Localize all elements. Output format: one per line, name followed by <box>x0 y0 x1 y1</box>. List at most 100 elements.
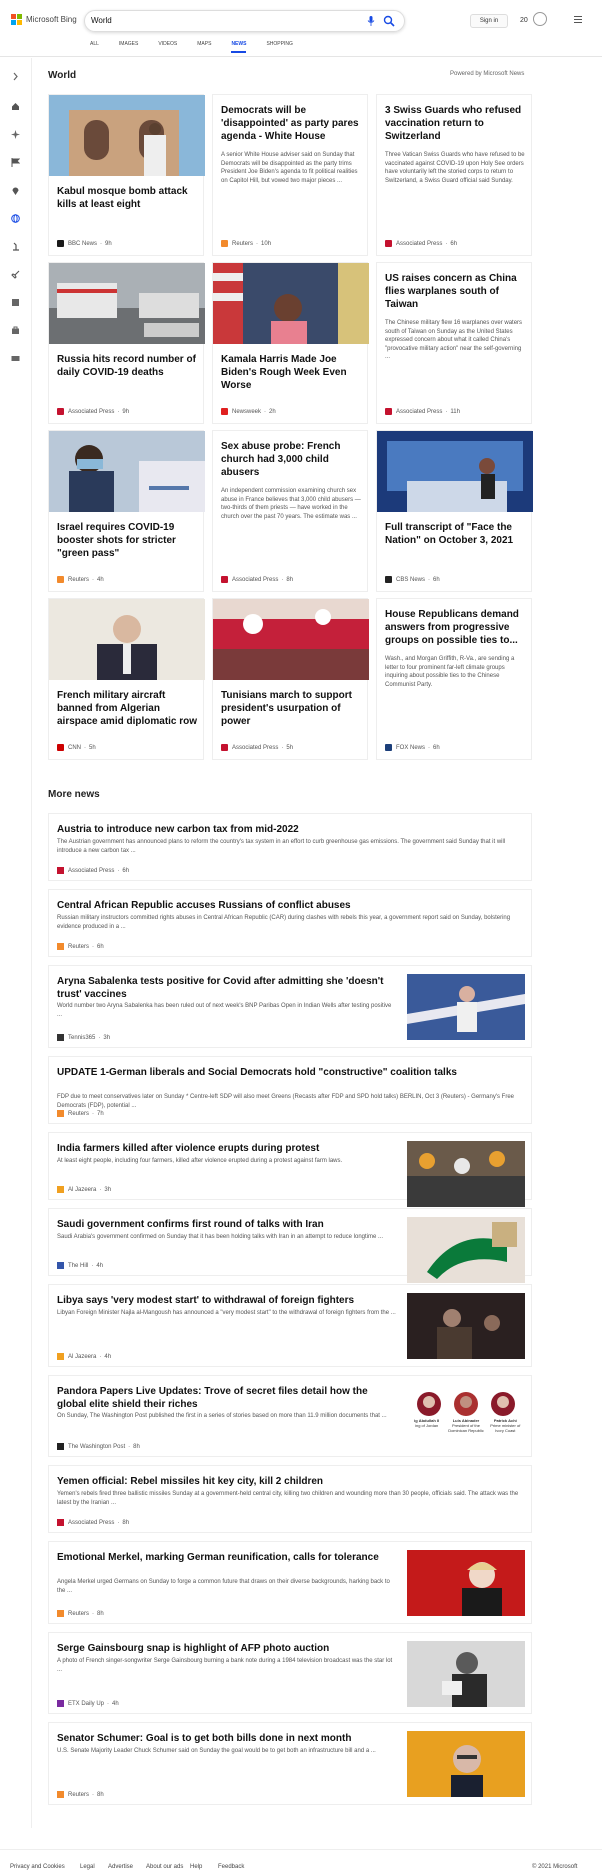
more-news-item[interactable]: Senator Schumer: Goal is to get both bil… <box>48 1722 532 1805</box>
news-card-title[interactable]: Tunisians march to support president's u… <box>221 689 363 728</box>
rocket-icon[interactable] <box>11 266 20 279</box>
footer-link[interactable]: Legal <box>80 1864 95 1870</box>
news-card[interactable]: 3 Swiss Guards who refused vaccination r… <box>376 94 532 256</box>
news-card-title[interactable]: 3 Swiss Guards who refused vaccination r… <box>385 104 527 143</box>
more-news-image[interactable] <box>407 1141 525 1207</box>
hamburger-menu-icon[interactable] <box>574 16 582 23</box>
footer-link[interactable]: About our ads <box>146 1864 183 1870</box>
tab-all[interactable]: ALL <box>90 41 99 53</box>
more-news-source[interactable]: Reuters · 6h <box>57 943 104 950</box>
news-card-source[interactable]: Associated Press · 8h <box>221 576 293 583</box>
more-news-source[interactable]: The Hill · 4h <box>57 1262 103 1269</box>
more-news-item[interactable]: Saudi government confirms first round of… <box>48 1208 532 1283</box>
more-news-image[interactable] <box>407 1293 525 1359</box>
news-card[interactable]: French military aircraft banned from Alg… <box>48 598 205 760</box>
more-news-source[interactable]: Al Jazeera · 3h <box>57 1186 111 1193</box>
more-news-item[interactable]: Serge Gainsbourg snap is highlight of AF… <box>48 1632 532 1714</box>
news-card-title[interactable]: French military aircraft banned from Alg… <box>57 689 199 728</box>
more-news-item[interactable]: India farmers killed after violence erup… <box>48 1132 532 1207</box>
rewards-points[interactable]: 20 <box>520 17 528 24</box>
footer-link[interactable]: Privacy and Cookies <box>10 1864 65 1870</box>
footer-link[interactable]: Feedback <box>218 1864 244 1870</box>
more-news-item[interactable]: Libya says 'very modest start' to withdr… <box>48 1284 532 1367</box>
news-card-source[interactable]: Associated Press · 6h <box>385 240 457 247</box>
powered-by[interactable]: Powered by Microsoft News <box>450 71 524 77</box>
news-card-source[interactable]: Newsweek · 2h <box>221 408 276 415</box>
news-card-title[interactable]: Democrats will be 'disappointed' as part… <box>221 104 363 143</box>
more-news-source[interactable]: The Washington Post · 8h <box>57 1443 140 1450</box>
news-card-source[interactable]: BBC News · 9h <box>57 240 112 247</box>
news-card[interactable]: US raises concern as China flies warplan… <box>376 262 532 424</box>
news-card-image[interactable] <box>377 431 533 512</box>
more-news-title[interactable]: UPDATE 1-German liberals and Social Demo… <box>57 1066 523 1079</box>
more-news-source[interactable]: Associated Press · 8h <box>57 1519 129 1526</box>
search-icon[interactable] <box>383 15 395 27</box>
more-news-source[interactable]: ETX Daily Up · 4h <box>57 1700 119 1707</box>
more-news-title[interactable]: Emotional Merkel, marking German reunifi… <box>57 1551 397 1564</box>
news-card-source[interactable]: Associated Press · 5h <box>221 744 293 751</box>
more-news-image[interactable]: ig Abdullah II ing of Jordan Luis Abinader… <box>407 1384 525 1450</box>
more-news-item[interactable]: Austria to introduce new carbon tax from… <box>48 813 532 881</box>
more-news-item[interactable]: Emotional Merkel, marking German reunifi… <box>48 1541 532 1624</box>
more-news-title[interactable]: Pandora Papers Live Updates: Trove of se… <box>57 1385 397 1411</box>
flag-icon[interactable] <box>11 154 21 167</box>
more-news-source[interactable]: Reuters · 7h <box>57 1110 104 1117</box>
more-news-title[interactable]: Aryna Sabalenka tests positive for Covid… <box>57 975 397 1001</box>
rewards-trophy-icon[interactable] <box>533 12 547 26</box>
entertainment-icon[interactable] <box>11 294 20 306</box>
news-card-source[interactable]: CBS News · 6h <box>385 576 440 583</box>
news-card-title[interactable]: Israel requires COVID-19 booster shots f… <box>57 521 199 560</box>
news-card-title[interactable]: US raises concern as China flies warplan… <box>385 272 527 311</box>
news-card-source[interactable]: Reuters · 4h <box>57 576 104 583</box>
more-news-title[interactable]: India farmers killed after violence erup… <box>57 1142 397 1155</box>
expand-rail-icon[interactable] <box>11 68 20 81</box>
news-card-title[interactable]: House Republicans demand answers from pr… <box>385 608 527 647</box>
more-news-image[interactable] <box>407 1731 525 1797</box>
more-news-source[interactable]: Tennis365 · 3h <box>57 1034 110 1041</box>
news-card-title[interactable]: Kamala Harris Made Joe Biden's Rough Wee… <box>221 353 363 392</box>
location-icon[interactable] <box>11 182 20 195</box>
more-news-title[interactable]: Libya says 'very modest start' to withdr… <box>57 1294 397 1307</box>
globe-icon[interactable] <box>11 210 20 223</box>
footer-link[interactable]: Advertise <box>108 1864 133 1870</box>
news-card-source[interactable]: Associated Press · 11h <box>385 408 460 415</box>
news-card-title[interactable]: Full transcript of "Face the Nation" on … <box>385 521 527 547</box>
news-card-image[interactable] <box>213 599 369 680</box>
more-news-title[interactable]: Saudi government confirms first round of… <box>57 1218 397 1231</box>
tab-shopping[interactable]: SHOPPING <box>266 41 292 53</box>
money-icon[interactable] <box>11 350 20 361</box>
news-card-image[interactable] <box>49 95 205 176</box>
bing-logo[interactable]: Microsoft Bing <box>11 14 77 25</box>
search-box[interactable]: World <box>84 10 405 32</box>
news-card[interactable]: Sex abuse probe: French church had 3,000… <box>212 430 368 592</box>
news-card-source[interactable]: Associated Press · 9h <box>57 408 129 415</box>
more-news-title[interactable]: Austria to introduce new carbon tax from… <box>57 823 523 836</box>
sparkle-icon[interactable] <box>11 126 20 139</box>
more-news-item[interactable]: UPDATE 1-German liberals and Social Demo… <box>48 1056 532 1124</box>
more-news-source[interactable]: Al Jazeera · 4h <box>57 1353 111 1360</box>
business-icon[interactable] <box>11 322 20 334</box>
news-card-image[interactable] <box>49 263 205 344</box>
news-card[interactable]: Tunisians march to support president's u… <box>212 598 369 760</box>
news-card[interactable]: House Republicans demand answers from pr… <box>376 598 532 760</box>
microphone-icon[interactable] <box>367 16 375 26</box>
news-card-image[interactable] <box>49 599 205 680</box>
more-news-title[interactable]: Central African Republic accuses Russian… <box>57 899 523 912</box>
news-card[interactable]: Israel requires COVID-19 booster shots f… <box>48 430 205 592</box>
more-news-item[interactable]: Aryna Sabalenka tests positive for Covid… <box>48 965 532 1048</box>
tab-videos[interactable]: VIDEOS <box>158 41 177 53</box>
more-news-image[interactable] <box>407 1217 525 1283</box>
news-card[interactable]: Full transcript of "Face the Nation" on … <box>376 430 533 592</box>
more-news-image[interactable] <box>407 974 525 1040</box>
more-news-image[interactable] <box>407 1550 525 1616</box>
tab-news[interactable]: NEWS <box>231 41 247 53</box>
home-icon[interactable] <box>11 98 20 110</box>
more-news-item[interactable]: Central African Republic accuses Russian… <box>48 889 532 957</box>
tab-maps[interactable]: MAPS <box>197 41 211 53</box>
tab-images[interactable]: IMAGES <box>119 41 138 53</box>
news-card-source[interactable]: CNN · 5h <box>57 744 96 751</box>
news-card-title[interactable]: Sex abuse probe: French church had 3,000… <box>221 440 363 479</box>
more-news-image[interactable] <box>407 1641 525 1707</box>
search-input[interactable]: World <box>91 16 112 25</box>
microscope-icon[interactable] <box>11 238 20 251</box>
